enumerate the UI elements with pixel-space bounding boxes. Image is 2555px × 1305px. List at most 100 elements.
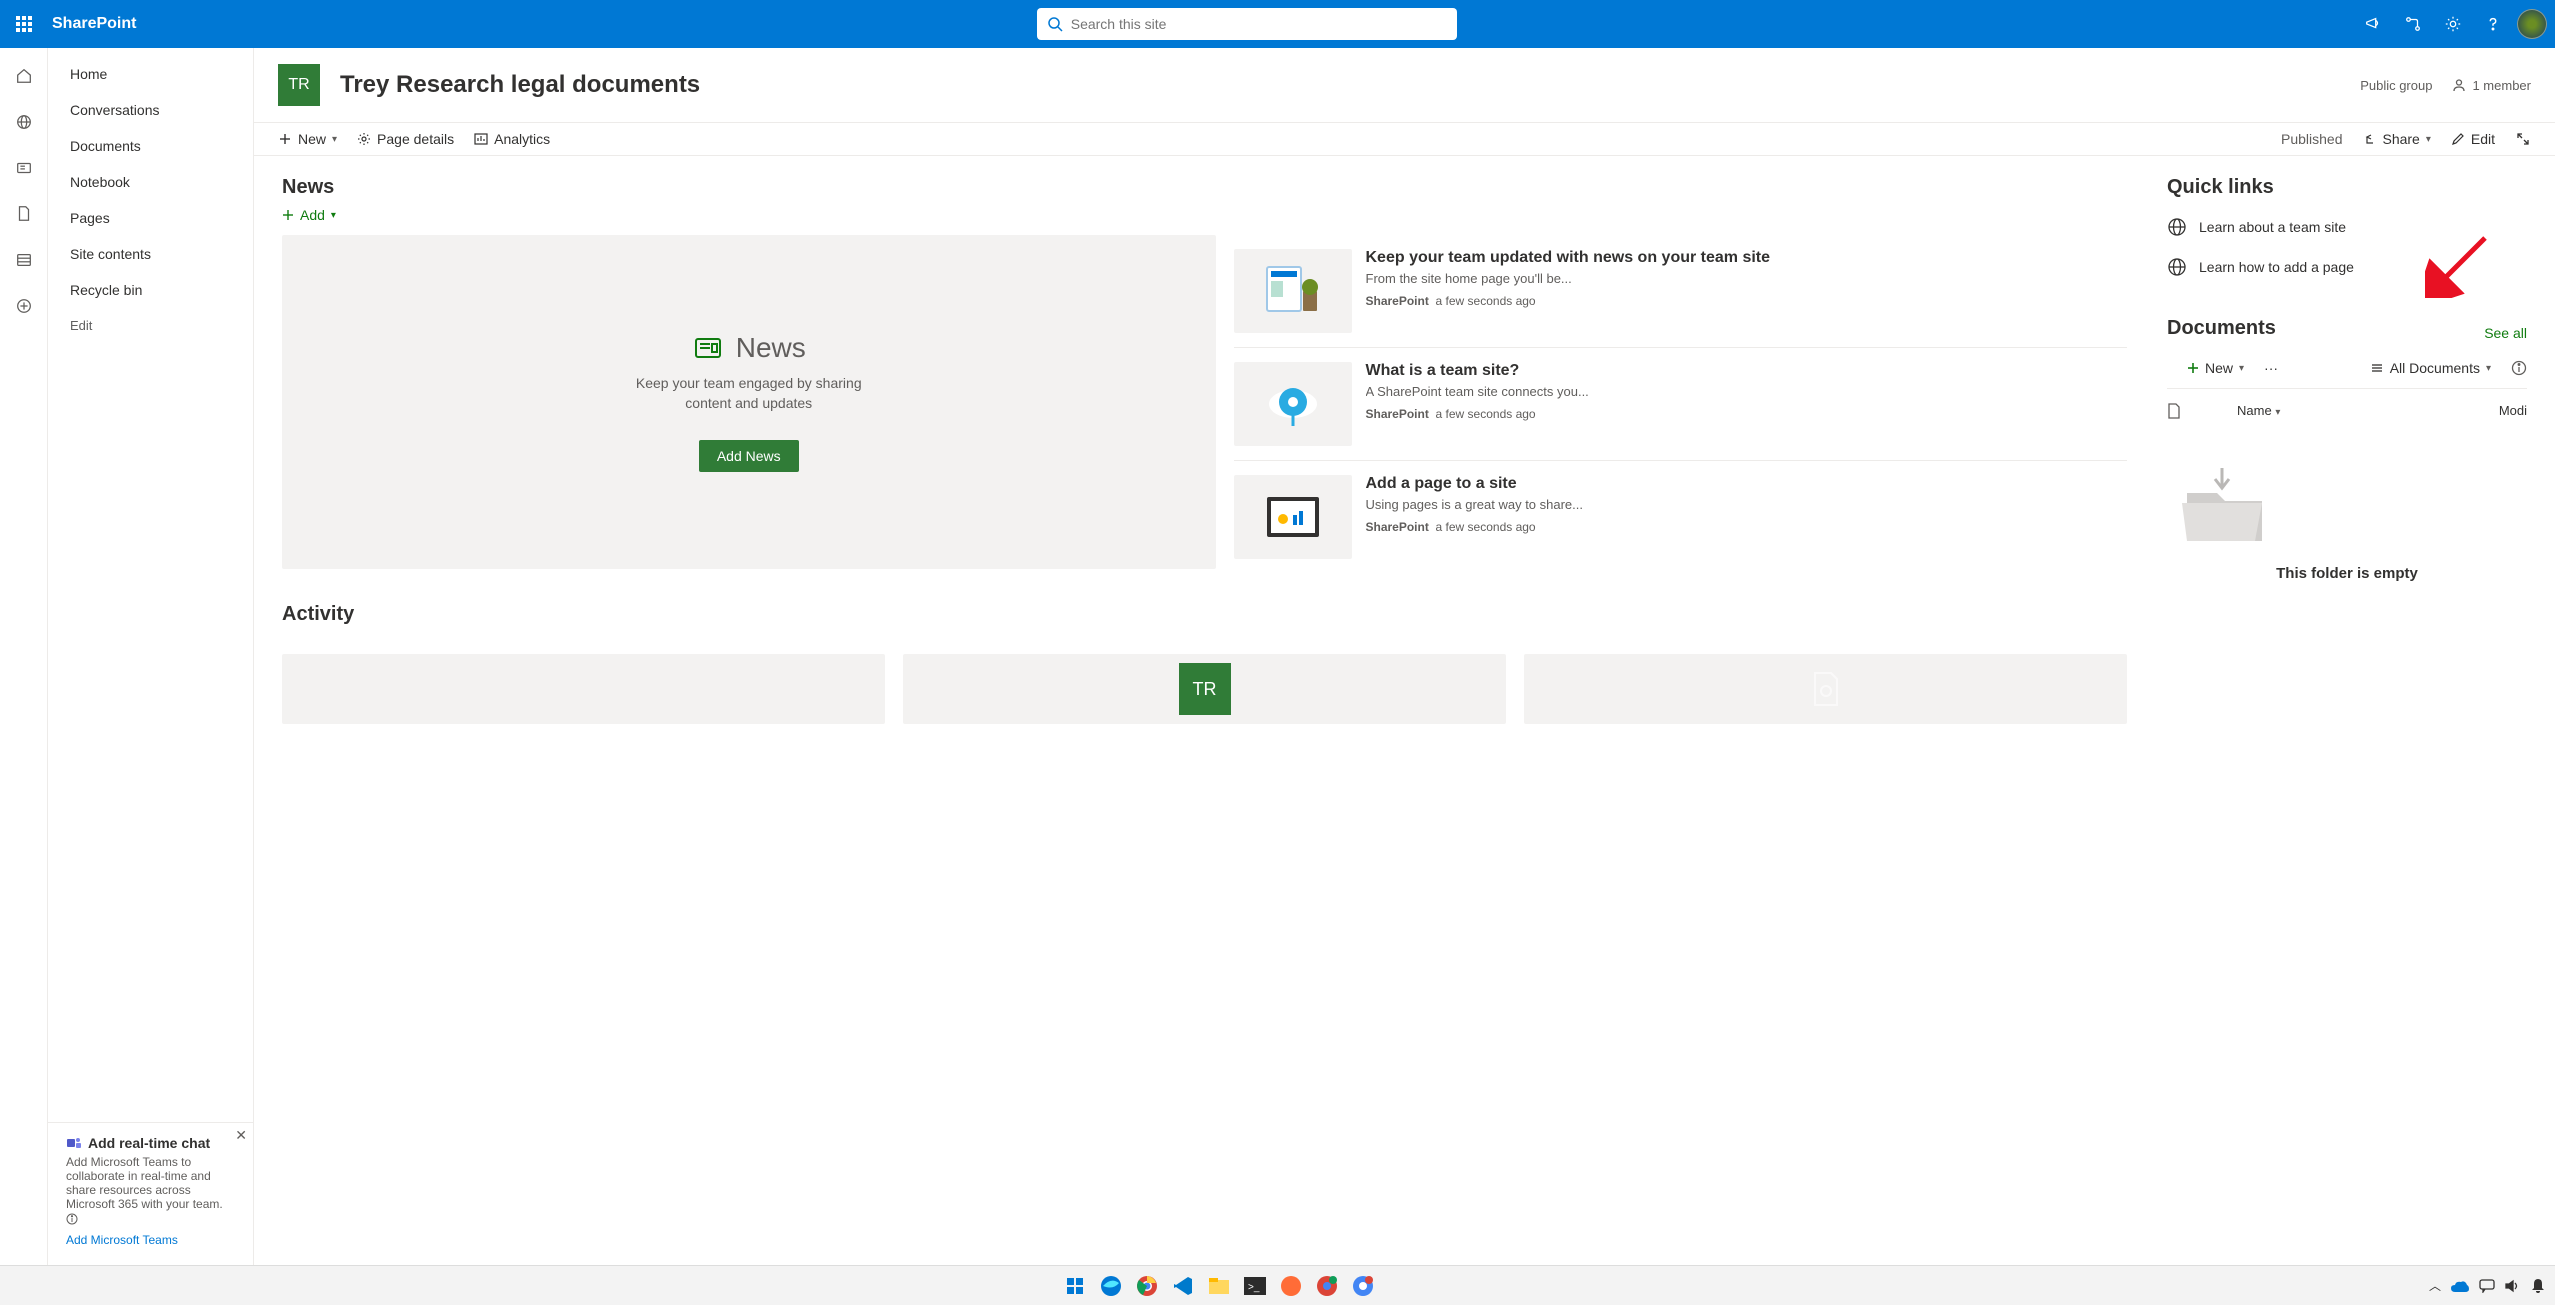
globe-icon[interactable] — [8, 106, 40, 138]
add-icon[interactable] — [8, 290, 40, 322]
vscode-icon[interactable] — [1169, 1272, 1197, 1300]
news-hero-card: News Keep your team engaged by sharing c… — [282, 235, 1216, 569]
file-icon[interactable] — [2167, 403, 2181, 419]
news-thumb — [1234, 249, 1352, 333]
edit-button[interactable]: Edit — [2451, 131, 2495, 147]
news-icon[interactable] — [8, 152, 40, 184]
postman-icon[interactable] — [1277, 1272, 1305, 1300]
nav-item-conversations[interactable]: Conversations — [48, 92, 253, 128]
new-button[interactable]: New ▾ — [278, 131, 337, 147]
search-icon — [1047, 16, 1063, 32]
info-icon[interactable] — [2511, 360, 2527, 376]
more-icon[interactable]: ··· — [2264, 360, 2278, 376]
activity-card[interactable] — [282, 654, 885, 724]
news-item[interactable]: Add a page to a site Using pages is a gr… — [1234, 461, 2128, 573]
info-icon[interactable] — [66, 1213, 78, 1225]
add-news-link[interactable]: Add ▾ — [282, 207, 2127, 223]
site-logo[interactable]: TR — [278, 64, 320, 106]
nav-item-recycle-bin[interactable]: Recycle bin — [48, 272, 253, 308]
file-icon[interactable] — [8, 198, 40, 230]
promo-body: Add Microsoft Teams to collaborate in re… — [66, 1155, 223, 1211]
globe-icon — [2167, 257, 2187, 277]
news-thumb — [1234, 475, 1352, 559]
column-modified[interactable]: Modi — [2499, 403, 2527, 419]
user-avatar[interactable] — [2517, 9, 2547, 39]
flow-icon[interactable] — [2397, 8, 2429, 40]
docs-new-button[interactable]: New ▾ — [2187, 360, 2244, 376]
help-icon[interactable] — [2477, 8, 2509, 40]
news-item-desc: A SharePoint team site connects you... — [1366, 384, 2128, 399]
empty-folder-state: This folder is empty — [2167, 433, 2527, 592]
nav-item-documents[interactable]: Documents — [48, 128, 253, 164]
quicklink-item[interactable]: Learn how to add a page — [2167, 247, 2527, 287]
news-item-desc: Using pages is a great way to share... — [1366, 497, 2128, 512]
search-box[interactable] — [1037, 8, 1457, 40]
see-all-link[interactable]: See all — [2484, 325, 2527, 341]
chrome-beta-icon[interactable] — [1313, 1272, 1341, 1300]
comment-icon[interactable] — [2479, 1279, 2495, 1293]
news-item[interactable]: Keep your team updated with news on your… — [1234, 235, 2128, 348]
home-icon[interactable] — [8, 60, 40, 92]
chrome-icon[interactable] — [1133, 1272, 1161, 1300]
add-news-button[interactable]: Add News — [699, 440, 799, 472]
news-item[interactable]: What is a team site? A SharePoint team s… — [1234, 348, 2128, 461]
edge-icon[interactable] — [1097, 1272, 1125, 1300]
pencil-icon — [2451, 132, 2465, 146]
docs-column-header: Name ▾ Modi — [2167, 389, 2527, 433]
plus-icon — [278, 132, 292, 146]
page-details-button[interactable]: Page details — [357, 131, 454, 147]
search-input[interactable] — [1071, 16, 1447, 32]
chevron-down-icon: ▾ — [2426, 134, 2431, 145]
activity-heading: Activity — [282, 603, 2127, 626]
members-link[interactable]: 1 member — [2452, 78, 2531, 93]
explorer-icon[interactable] — [1205, 1272, 1233, 1300]
news-icon — [692, 332, 724, 364]
activity-card[interactable]: TR — [903, 654, 1506, 724]
news-item-desc: From the site home page you'll be... — [1366, 271, 2128, 286]
app-rail — [0, 48, 48, 1265]
news-item-title: What is a team site? — [1366, 362, 2128, 380]
chevron-down-icon: ▾ — [2486, 363, 2491, 374]
brand-label[interactable]: SharePoint — [52, 15, 136, 33]
list-icon[interactable] — [8, 244, 40, 276]
documents-heading: Documents — [2167, 317, 2276, 340]
gear-icon[interactable] — [2437, 8, 2469, 40]
command-bar: New ▾ Page details Analytics Published S… — [254, 122, 2555, 156]
activity-card[interactable] — [1524, 654, 2127, 724]
onedrive-icon[interactable] — [2451, 1280, 2469, 1292]
view-selector[interactable]: All Documents ▾ — [2370, 360, 2491, 376]
site-title[interactable]: Trey Research legal documents — [340, 71, 700, 99]
nav-item-site-contents[interactable]: Site contents — [48, 236, 253, 272]
volume-icon[interactable] — [2505, 1279, 2521, 1293]
chrome-alt-icon[interactable] — [1349, 1272, 1377, 1300]
news-thumb — [1234, 362, 1352, 446]
chevron-down-icon: ▾ — [2239, 363, 2244, 374]
nav-item-notebook[interactable]: Notebook — [48, 164, 253, 200]
close-icon[interactable]: ✕ — [235, 1127, 247, 1144]
teams-icon — [66, 1135, 82, 1151]
share-button[interactable]: Share ▾ — [2362, 131, 2430, 147]
svg-text:>_: >_ — [1248, 1282, 1260, 1293]
share-icon — [2362, 132, 2376, 146]
plus-icon — [282, 209, 294, 221]
column-name[interactable]: Name ▾ — [2237, 403, 2469, 419]
list-icon — [2370, 361, 2384, 375]
person-icon — [2452, 78, 2466, 92]
promo-title: Add real-time chat — [88, 1135, 210, 1151]
nav-edit-link[interactable]: Edit — [48, 308, 253, 343]
left-nav: Home Conversations Documents Notebook Pa… — [48, 48, 254, 1265]
analytics-button[interactable]: Analytics — [474, 131, 550, 147]
nav-item-pages[interactable]: Pages — [48, 200, 253, 236]
tray-chevron-icon[interactable]: ︿ — [2429, 1277, 2441, 1294]
terminal-icon[interactable]: >_ — [1241, 1272, 1269, 1300]
megaphone-icon[interactable] — [2357, 8, 2389, 40]
expand-icon — [2515, 131, 2531, 147]
main-content: TR Trey Research legal documents Public … — [254, 48, 2555, 1265]
notification-icon[interactable] — [2531, 1278, 2545, 1294]
add-teams-link[interactable]: Add Microsoft Teams — [66, 1233, 178, 1247]
app-launcher-icon[interactable] — [8, 8, 40, 40]
start-icon[interactable] — [1061, 1272, 1089, 1300]
quicklink-item[interactable]: Learn about a team site — [2167, 207, 2527, 247]
nav-item-home[interactable]: Home — [48, 56, 253, 92]
expand-button[interactable] — [2515, 131, 2531, 147]
